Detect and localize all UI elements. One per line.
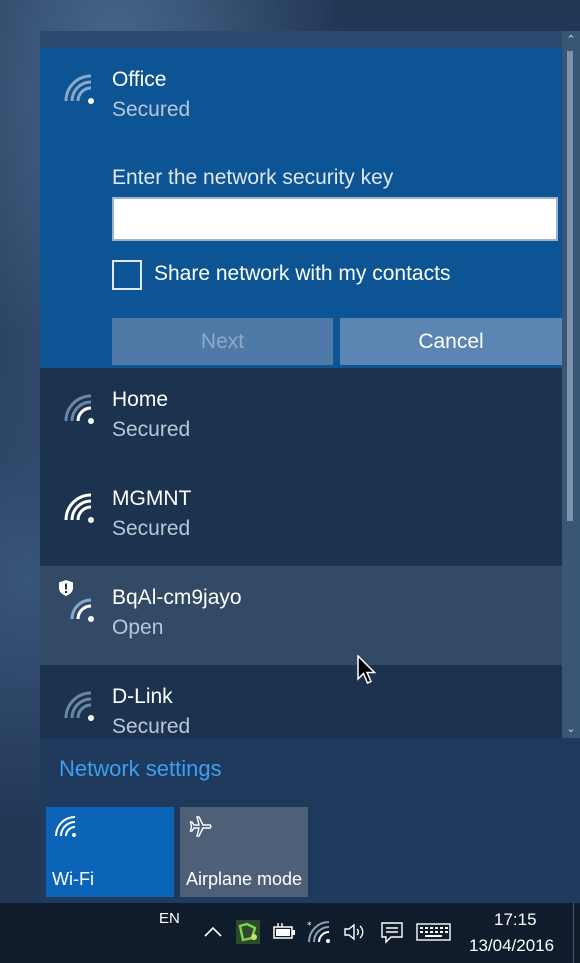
network-settings-link[interactable]: Network settings xyxy=(59,756,222,782)
battery-power-icon[interactable] xyxy=(271,919,297,945)
airplane-icon xyxy=(189,816,212,837)
network-list-scrollbar[interactable]: ⌃ ⌄ xyxy=(562,31,580,738)
svg-text:*: * xyxy=(307,921,312,931)
shield-warning-icon xyxy=(59,580,73,596)
taskbar: EN * 17:15 13/04/2016 xyxy=(0,903,580,963)
network-item-home[interactable]: Home Secured xyxy=(40,368,562,467)
network-item-office-expanded[interactable]: Office Secured Enter the network securit… xyxy=(40,48,562,368)
network-item-d-link[interactable]: D-Link Secured xyxy=(40,665,562,764)
network-name: Home xyxy=(112,388,169,411)
network-flyout: Office Secured Enter the network securit… xyxy=(40,31,580,903)
clock-time[interactable]: 17:15 xyxy=(494,910,537,930)
touch-keyboard-icon[interactable] xyxy=(416,919,452,945)
security-key-label: Enter the network security key xyxy=(112,166,394,189)
wifi-tile-label: Wi-Fi xyxy=(52,869,94,889)
show-hidden-icons-chevron-icon[interactable] xyxy=(200,919,226,945)
network-name: Office xyxy=(112,68,167,91)
mouse-cursor-icon xyxy=(357,655,377,684)
action-center-notifications-icon[interactable] xyxy=(379,919,405,945)
network-name: MGMNT xyxy=(112,487,192,510)
scroll-down-arrow-icon[interactable]: ⌄ xyxy=(562,720,580,738)
clock-date[interactable]: 13/04/2016 xyxy=(469,936,554,956)
share-network-label[interactable]: Share network with my contacts xyxy=(154,262,450,286)
wifi-signal-icon xyxy=(64,394,94,424)
airplane-mode-quick-action-tile[interactable]: Airplane mode xyxy=(180,807,308,897)
wifi-signal-icon xyxy=(64,691,94,721)
flyout-top-strip xyxy=(40,31,580,48)
volume-speaker-icon[interactable] xyxy=(342,919,368,945)
app-tray-icon[interactable] xyxy=(235,919,261,945)
network-status: Secured xyxy=(112,715,191,738)
wifi-quick-action-tile[interactable]: Wi-Fi xyxy=(46,807,174,897)
network-name: D-Link xyxy=(112,685,173,708)
scroll-up-arrow-icon[interactable]: ⌃ xyxy=(562,31,580,49)
airplane-tile-label: Airplane mode xyxy=(186,869,303,889)
network-item-mgmnt[interactable]: MGMNT Secured xyxy=(40,467,562,566)
network-status: Secured xyxy=(112,517,191,540)
network-status: Secured xyxy=(112,418,191,441)
scroll-thumb[interactable] xyxy=(567,51,573,521)
wifi-signal-icon xyxy=(64,493,94,523)
share-network-checkbox[interactable] xyxy=(112,260,142,290)
network-tray-icon[interactable]: * xyxy=(306,919,332,945)
network-list: Home Secured MGMNT Secured BqAl-cm9jayo … xyxy=(40,368,562,738)
network-name: BqAl-cm9jayo xyxy=(112,586,242,609)
network-item-bqal-cm9jayo[interactable]: BqAl-cm9jayo Open xyxy=(40,566,562,665)
security-key-input[interactable] xyxy=(112,197,558,241)
wifi-icon xyxy=(55,816,76,837)
network-status: Open xyxy=(112,616,164,639)
network-status: Secured xyxy=(112,98,191,121)
show-desktop-button[interactable] xyxy=(573,903,580,963)
next-button[interactable]: Next xyxy=(112,318,333,365)
input-language-indicator[interactable]: EN xyxy=(159,910,180,927)
wifi-signal-icon xyxy=(64,74,94,104)
cancel-button[interactable]: Cancel xyxy=(340,318,562,365)
